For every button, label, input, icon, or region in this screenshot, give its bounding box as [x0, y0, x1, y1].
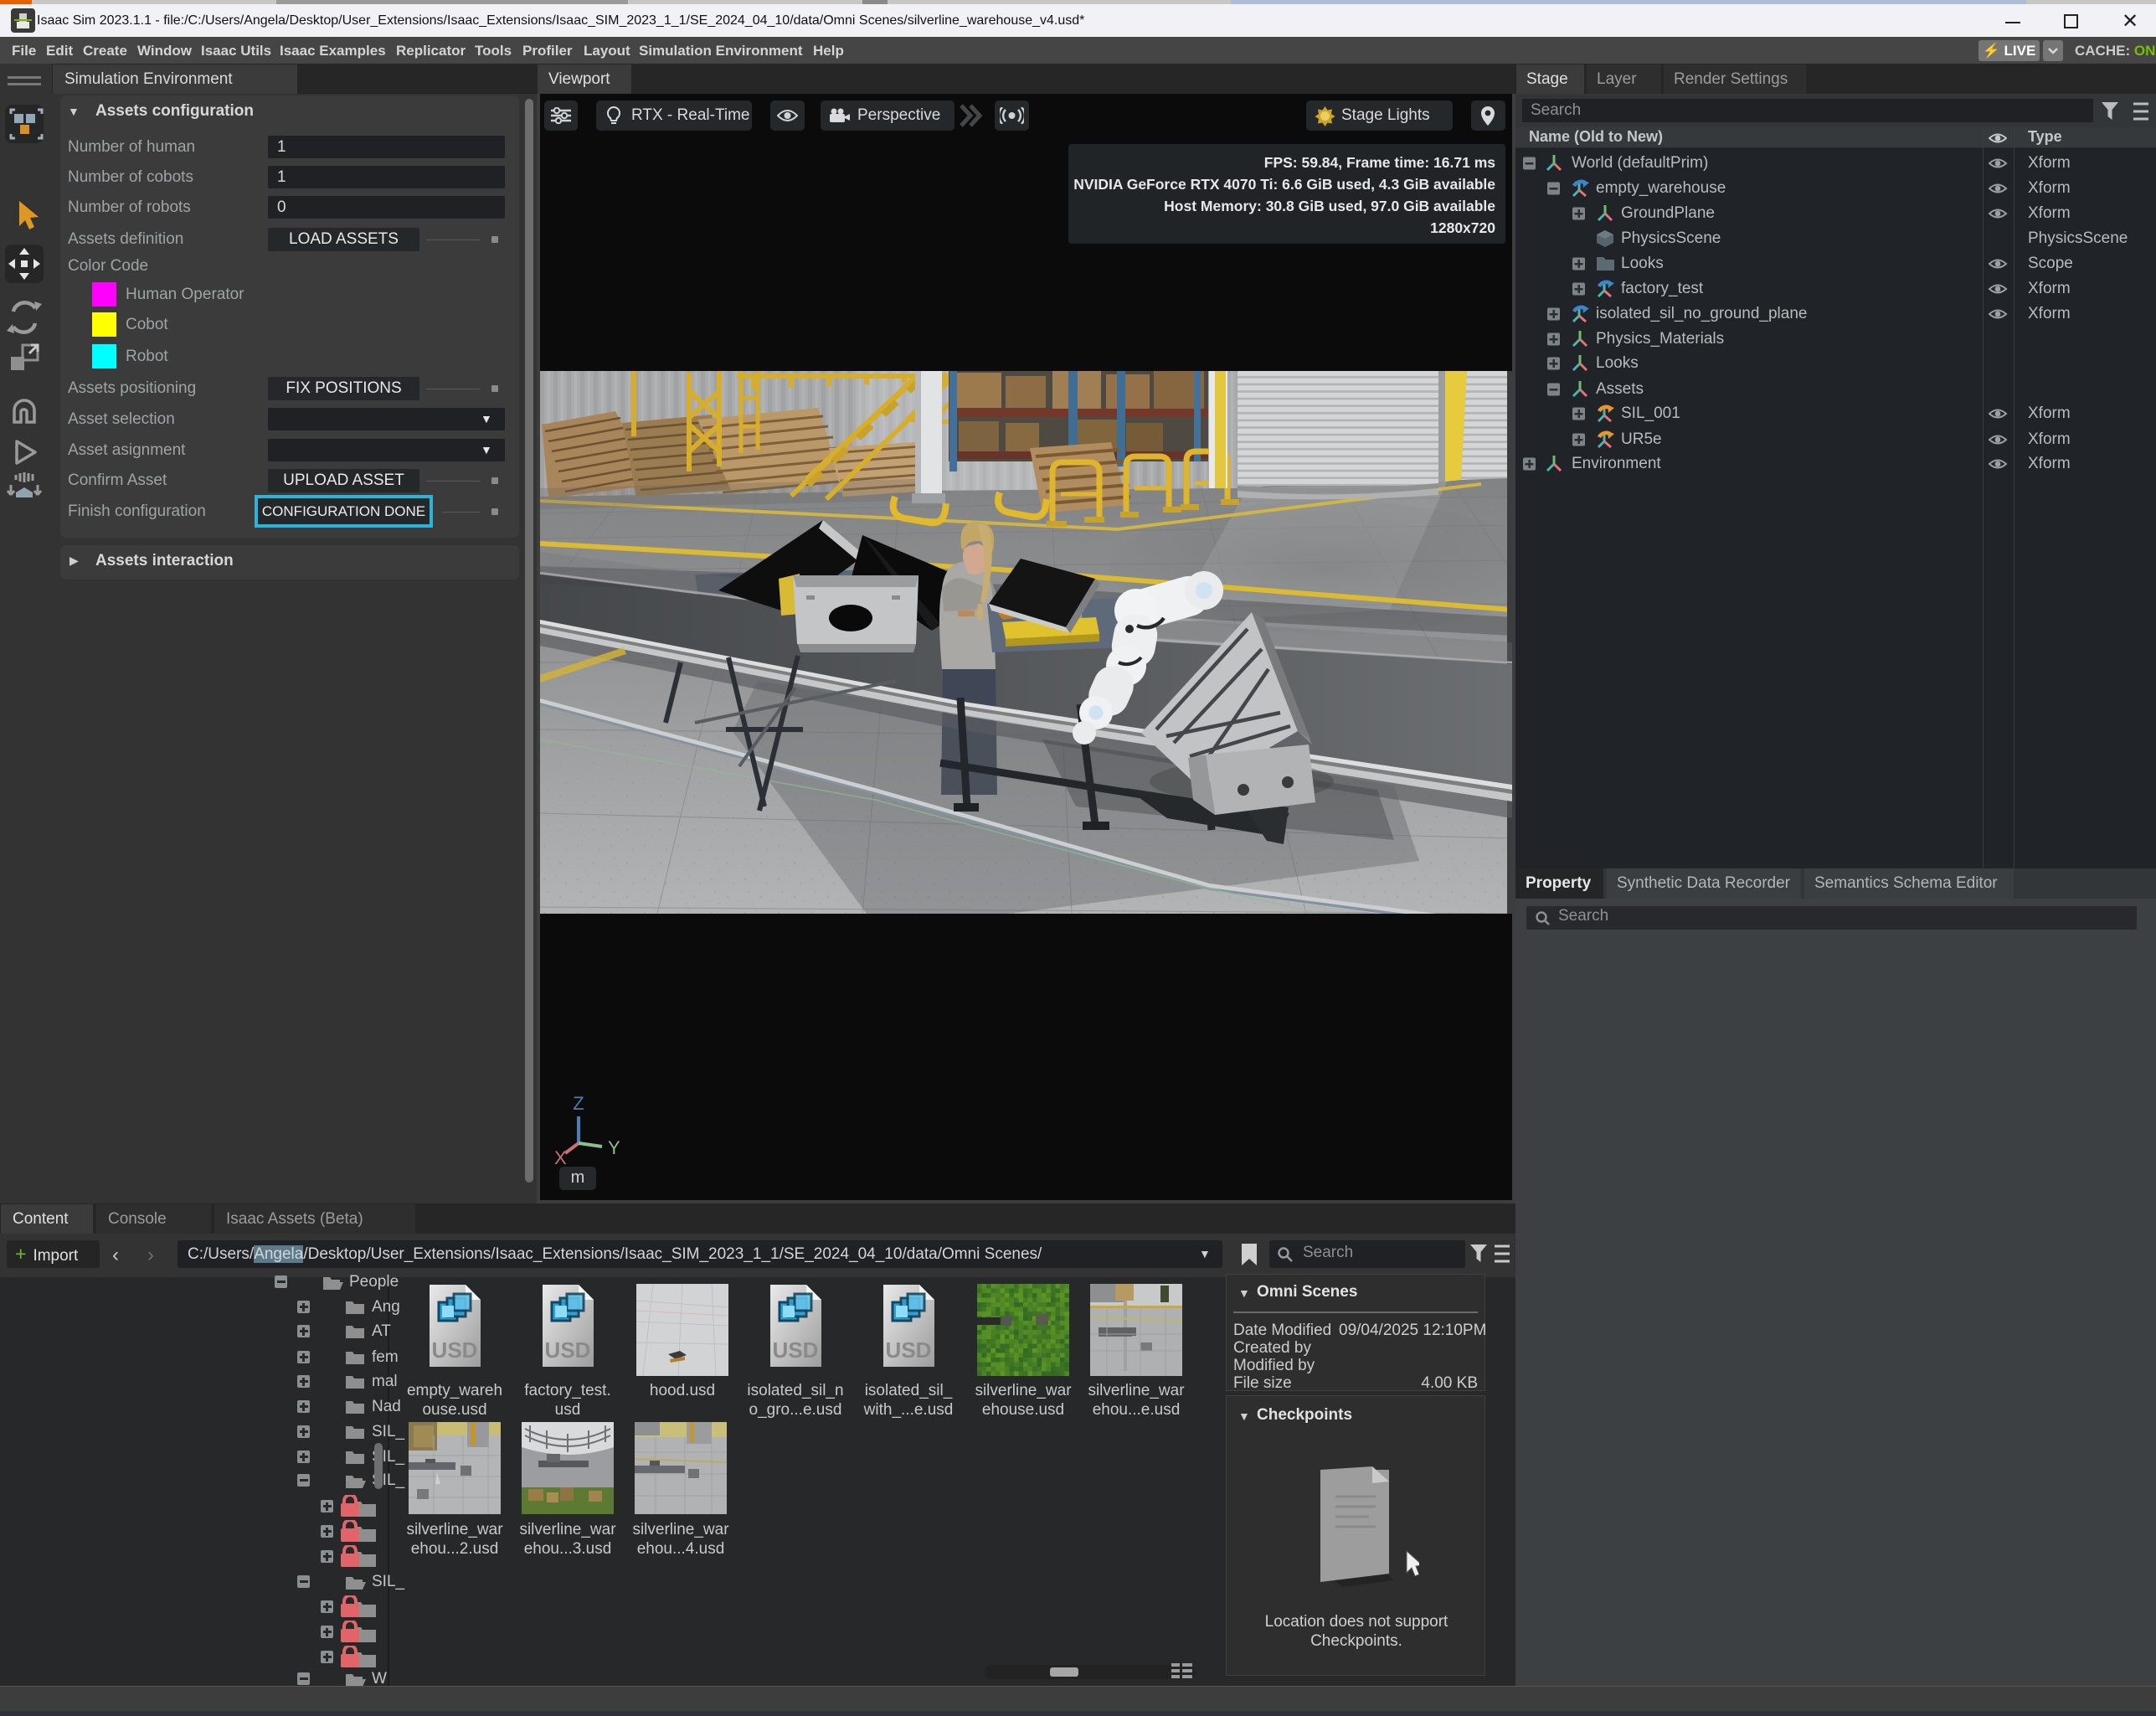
svg-text:USD: USD	[432, 1337, 478, 1363]
svg-text:X: X	[554, 1147, 567, 1168]
svg-text:USD: USD	[773, 1337, 819, 1363]
svg-text:Y: Y	[608, 1137, 620, 1158]
svg-text:USD: USD	[545, 1337, 591, 1363]
svg-text:Z: Z	[573, 1093, 584, 1114]
svg-text:USD: USD	[886, 1337, 932, 1363]
